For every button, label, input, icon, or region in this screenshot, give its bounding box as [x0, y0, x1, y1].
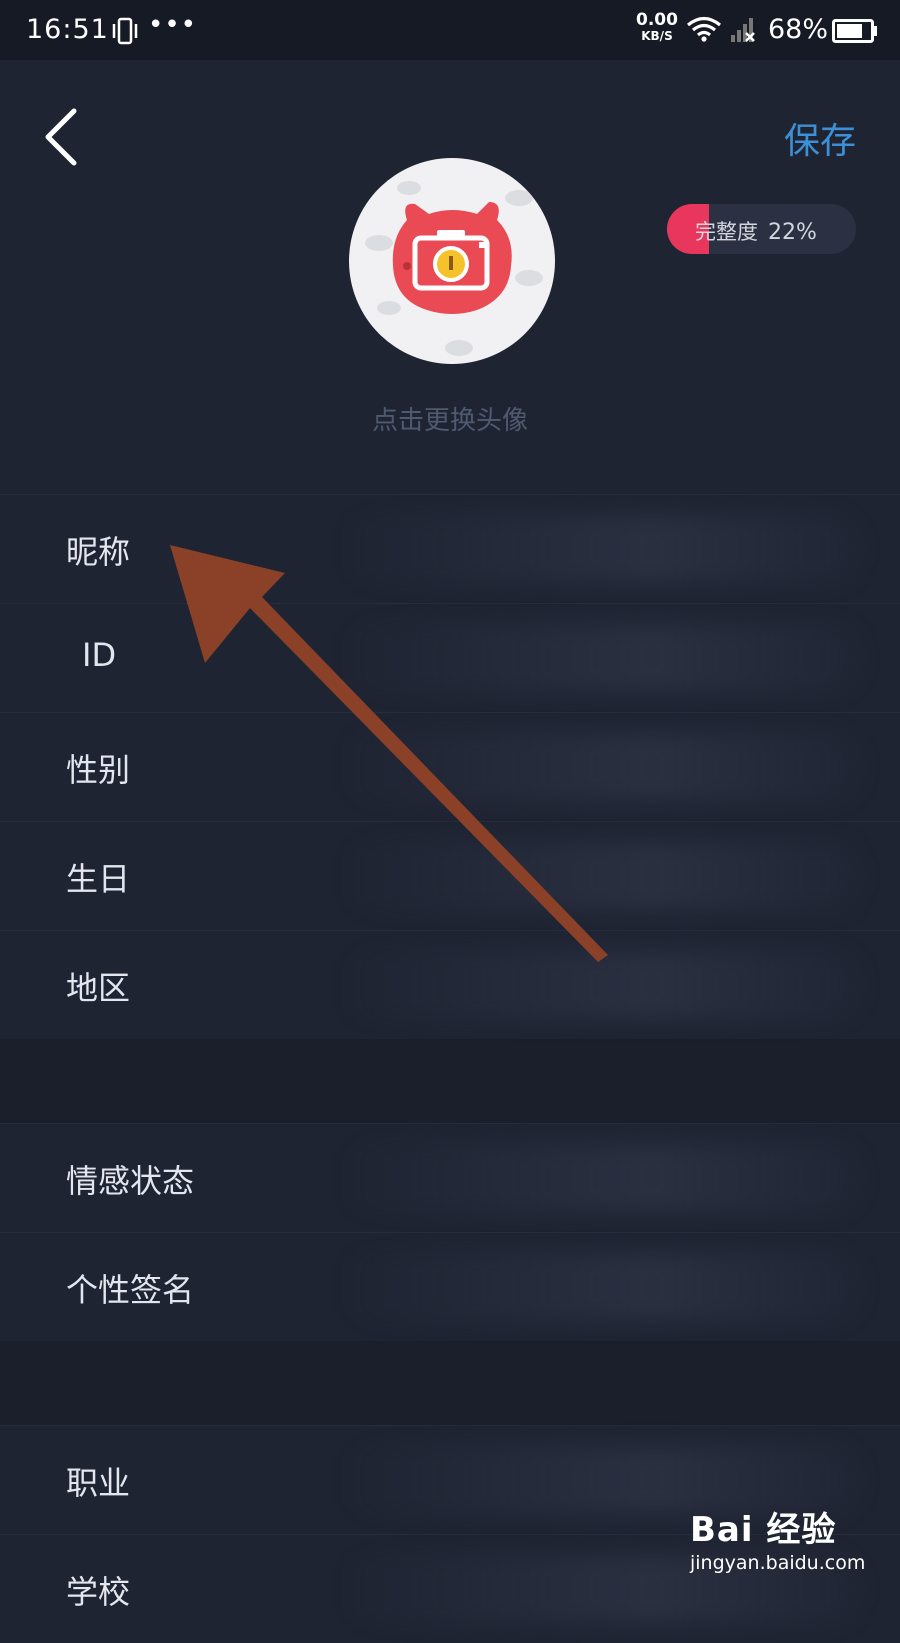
change-avatar-hint[interactable]: 点击更换头像 — [0, 400, 900, 437]
field-label: 地区 — [66, 969, 131, 1007]
field-region[interactable]: 地区 — [0, 930, 900, 1039]
back-icon[interactable] — [40, 105, 84, 173]
save-button[interactable]: 保存 — [784, 112, 856, 164]
field-id[interactable]: ID — [0, 603, 900, 712]
completeness-value: 22% — [768, 220, 817, 245]
completeness-label: 完整度 — [695, 220, 758, 244]
profile-header: 保存 点击更换头像 完整度 22% — [0, 60, 900, 494]
status-time: 16:51 — [26, 14, 109, 45]
field-label: 性别 — [66, 751, 131, 789]
vibrate-icon — [110, 17, 140, 49]
field-label: 个性签名 — [66, 1271, 195, 1309]
network-speed: 0.00 KB/S — [636, 12, 678, 44]
field-gender[interactable]: 性别 — [0, 712, 900, 821]
section-gap — [0, 1039, 900, 1123]
field-birthday[interactable]: 生日 — [0, 821, 900, 930]
avatar[interactable] — [349, 158, 555, 364]
avatar-pig-camera-icon — [365, 181, 543, 356]
field-value-blurred — [340, 951, 860, 1019]
section-gap — [0, 1341, 900, 1425]
field-label: 生日 — [66, 860, 131, 898]
watermark-brand: Bai 经验 — [690, 1510, 837, 1550]
field-relationship-status[interactable]: 情感状态 — [0, 1123, 900, 1232]
field-signature[interactable]: 个性签名 — [0, 1232, 900, 1341]
field-label: 职业 — [66, 1464, 131, 1502]
field-nickname[interactable]: 昵称 — [0, 494, 900, 603]
field-value-blurred — [340, 1144, 860, 1212]
battery-icon — [832, 19, 878, 47]
field-value-blurred — [340, 842, 860, 910]
field-value-blurred — [340, 624, 860, 692]
field-label: 情感状态 — [66, 1162, 195, 1200]
status-bar: 16:51 ••• 0.00 KB/S 68% — [0, 0, 900, 60]
field-value-blurred — [340, 1253, 860, 1321]
baidu-jingyan-watermark: Bai 经验 jingyan.baidu.com — [690, 1502, 865, 1574]
field-label: 学校 — [66, 1573, 131, 1611]
network-speed-unit: KB/S — [641, 29, 673, 43]
field-value-blurred — [340, 733, 860, 801]
wifi-icon — [686, 16, 722, 46]
more-notifications-icon: ••• — [148, 10, 198, 40]
network-speed-value: 0.00 — [636, 10, 678, 30]
field-label: 昵称 — [66, 533, 131, 571]
field-value-blurred — [340, 515, 860, 583]
battery-percent: 68% — [768, 14, 829, 45]
completeness-badge: 完整度 22% — [667, 204, 856, 254]
profile-field-list: 昵称 ID 性别 生日 地区 情感状态 个性签名 职业 学校 — [0, 494, 900, 1643]
watermark-url: jingyan.baidu.com — [690, 1552, 866, 1574]
signal-icon — [730, 17, 758, 47]
completeness-text: 完整度 22% — [695, 216, 817, 246]
field-label: ID — [82, 636, 117, 674]
